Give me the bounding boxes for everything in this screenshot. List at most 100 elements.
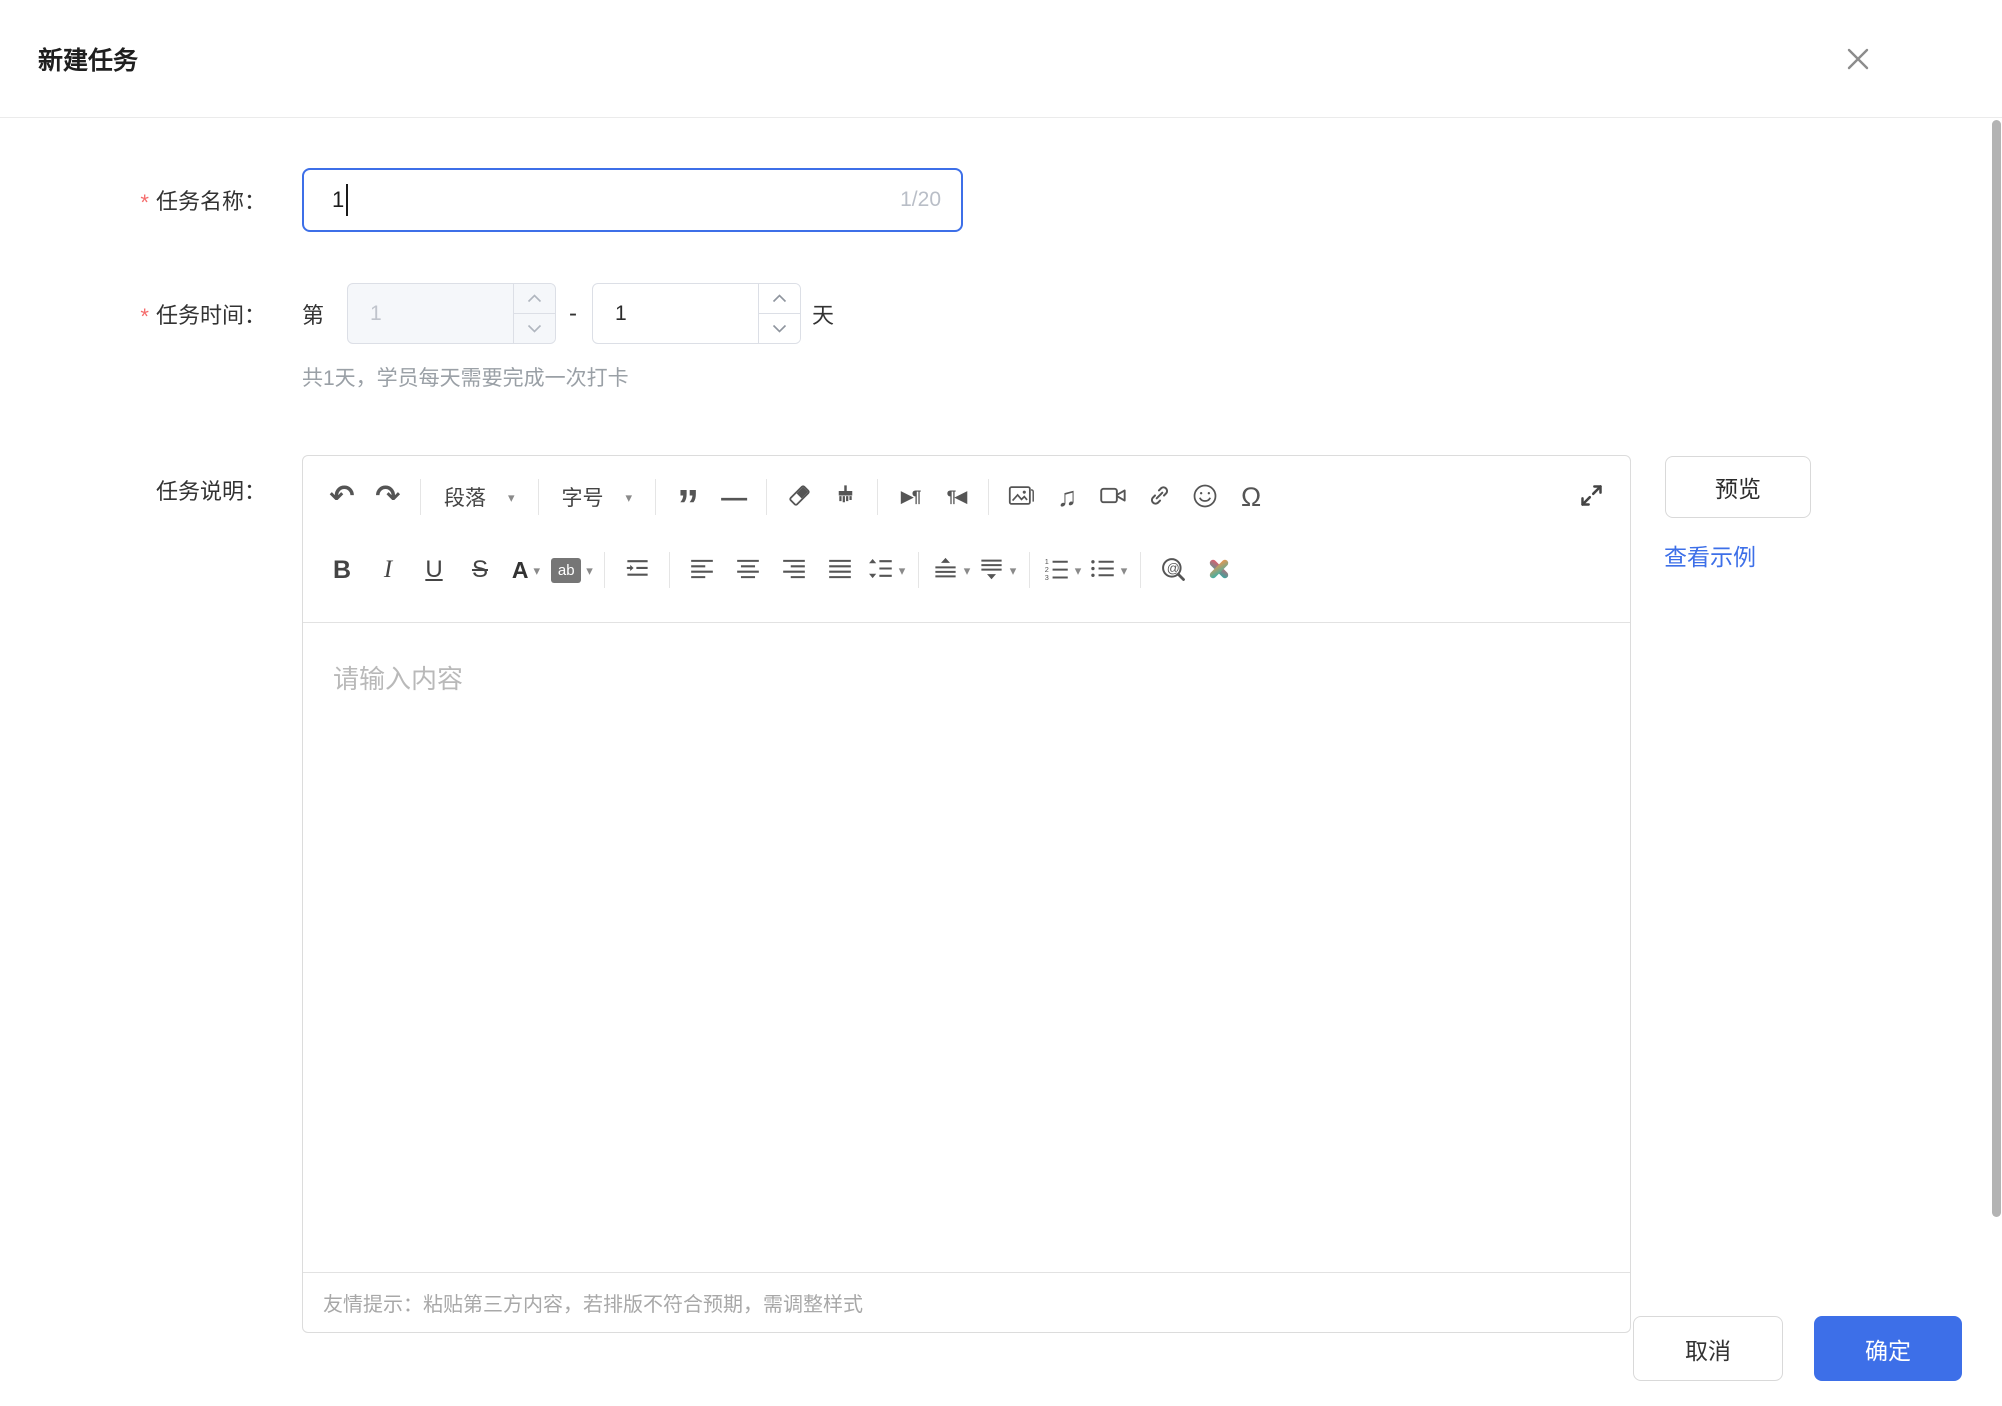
view-example-link[interactable]: 查看示例: [1664, 538, 1756, 572]
link-icon: [1146, 482, 1173, 512]
ordered-list-icon: 123: [1043, 557, 1070, 583]
underline-button[interactable]: U: [411, 547, 457, 593]
cancel-button[interactable]: 取消: [1633, 1316, 1783, 1381]
expand-icon: [1578, 482, 1605, 512]
align-justify-button[interactable]: [817, 547, 863, 593]
font-color-button[interactable]: A ▾: [503, 547, 549, 593]
dialog-header: 新建任务: [0, 0, 2002, 118]
unordered-list-button[interactable]: ▾: [1085, 547, 1131, 593]
eraser-icon: [786, 482, 813, 512]
dialog-title: 新建任务: [38, 47, 139, 75]
task-name-value: 1: [332, 187, 345, 212]
line-height-icon: [867, 557, 894, 583]
task-name-input[interactable]: 1 1/20: [302, 168, 963, 232]
horizontal-rule-icon: —: [721, 481, 748, 512]
toolbar-divider: [1029, 552, 1030, 588]
special-character-button[interactable]: Ω: [1228, 474, 1274, 520]
align-right-button[interactable]: [771, 547, 817, 593]
highlight-icon: ab: [551, 557, 582, 583]
chevron-down-icon: ▾: [533, 562, 541, 578]
video-camera-icon: [1099, 483, 1128, 511]
insert-link-button[interactable]: [1136, 474, 1182, 520]
align-center-button[interactable]: [725, 547, 771, 593]
chevron-down-icon: ▾: [1074, 562, 1082, 578]
strikethrough-button[interactable]: S: [457, 547, 503, 593]
xiumi-icon: [1205, 555, 1233, 586]
task-desc-label: 任务说明：: [155, 479, 266, 504]
toolbar-divider: [766, 479, 768, 515]
highlight-color-button[interactable]: ab ▾: [549, 547, 595, 593]
undo-button[interactable]: ↶: [319, 474, 365, 520]
end-day-stepper[interactable]: 1: [592, 283, 801, 344]
chevron-down-icon: [527, 321, 542, 336]
toolbar-divider: [877, 479, 879, 515]
end-day-controls: [758, 284, 800, 343]
chevron-down-icon: ▾: [508, 489, 515, 505]
ordered-list-button[interactable]: 123 ▾: [1039, 547, 1085, 593]
insert-video-button[interactable]: [1090, 474, 1136, 520]
toolbar-divider: [537, 479, 539, 515]
required-asterisk: *: [140, 190, 149, 215]
confirm-button[interactable]: 确定: [1814, 1316, 1962, 1381]
xiumi-import-button[interactable]: [1196, 547, 1242, 593]
toolbar-row-1: ↶ ↷ 段落 ▾ 字号 ▾ ” — ▶¶ ¶◀ ♫ Ω: [319, 464, 1614, 530]
insert-audio-button[interactable]: ♫: [1044, 474, 1090, 520]
clear-format-brush-button[interactable]: [822, 474, 868, 520]
task-name-label-row: * 任务名称：: [0, 168, 266, 232]
text-cursor: [346, 184, 349, 216]
mention-search-button[interactable]: @: [1150, 547, 1196, 593]
indent-paragraph-icon: ▶¶: [900, 487, 921, 506]
blockquote-button[interactable]: ”: [665, 474, 711, 527]
font-color-icon: A: [511, 556, 529, 583]
required-asterisk: *: [140, 303, 149, 329]
chevron-down-icon: [772, 321, 787, 336]
close-button[interactable]: [1838, 40, 1878, 80]
font-size-dropdown[interactable]: 字号 ▾: [548, 474, 647, 520]
underline-icon: U: [425, 556, 443, 583]
space-before-icon: [932, 557, 959, 583]
rich-text-editor: ↶ ↷ 段落 ▾ 字号 ▾ ” — ▶¶ ¶◀ ♫ Ω B I U S A ▾ …: [302, 455, 1631, 1333]
task-name-label: 任务名称：: [155, 189, 266, 214]
char-counter: 1/20: [900, 188, 941, 211]
undo-icon: ↶: [329, 480, 355, 513]
space-before-paragraph-button[interactable]: ▾: [928, 547, 974, 593]
increment-button[interactable]: [759, 284, 800, 314]
insert-image-button[interactable]: [998, 474, 1044, 520]
day-suffix-text: 天: [812, 302, 835, 328]
vertical-scrollbar[interactable]: [1992, 120, 2001, 1217]
space-after-paragraph-button[interactable]: ▾: [974, 547, 1020, 593]
fullscreen-button[interactable]: [1568, 474, 1614, 520]
increment-button[interactable]: [514, 284, 555, 314]
paragraph-style-dropdown[interactable]: 段落 ▾: [430, 474, 529, 520]
outdent-paragraph-button[interactable]: ¶◀: [933, 474, 979, 520]
toolbar-divider: [918, 552, 919, 588]
task-time-label-row: * 任务时间：: [0, 283, 266, 344]
eraser-button[interactable]: [776, 474, 822, 520]
align-justify-icon: [827, 558, 853, 583]
decrement-button[interactable]: [514, 314, 555, 343]
day-prefix-text: 第: [302, 302, 325, 328]
editor-content-area[interactable]: 请输入内容: [303, 623, 1630, 1272]
indent-paragraph-button[interactable]: ▶¶: [887, 474, 933, 520]
decrement-button[interactable]: [759, 314, 800, 343]
bold-button[interactable]: B: [319, 547, 365, 593]
svg-text:3: 3: [1044, 573, 1048, 580]
text-indent-button[interactable]: [614, 547, 660, 593]
chevron-down-icon: ▾: [1009, 562, 1017, 578]
italic-button[interactable]: I: [365, 547, 411, 593]
align-left-button[interactable]: [679, 547, 725, 593]
space-after-icon: [978, 557, 1005, 583]
insert-emoji-button[interactable]: [1182, 474, 1228, 520]
chevron-down-icon: ▾: [1120, 562, 1128, 578]
strikethrough-icon: S: [471, 556, 488, 583]
range-separator: -: [569, 299, 577, 327]
horizontal-rule-button[interactable]: —: [711, 474, 757, 520]
redo-button[interactable]: ↷: [365, 474, 411, 520]
editor-paste-hint: 友情提示：粘贴第三方内容，若排版不符合预期，需调整样式: [303, 1272, 1630, 1332]
align-center-icon: [735, 558, 761, 583]
image-icon: [1007, 482, 1036, 512]
toolbar-divider: [604, 552, 605, 588]
line-height-button[interactable]: ▾: [863, 547, 909, 593]
preview-button[interactable]: 预览: [1665, 456, 1811, 518]
bold-icon: B: [332, 555, 352, 584]
